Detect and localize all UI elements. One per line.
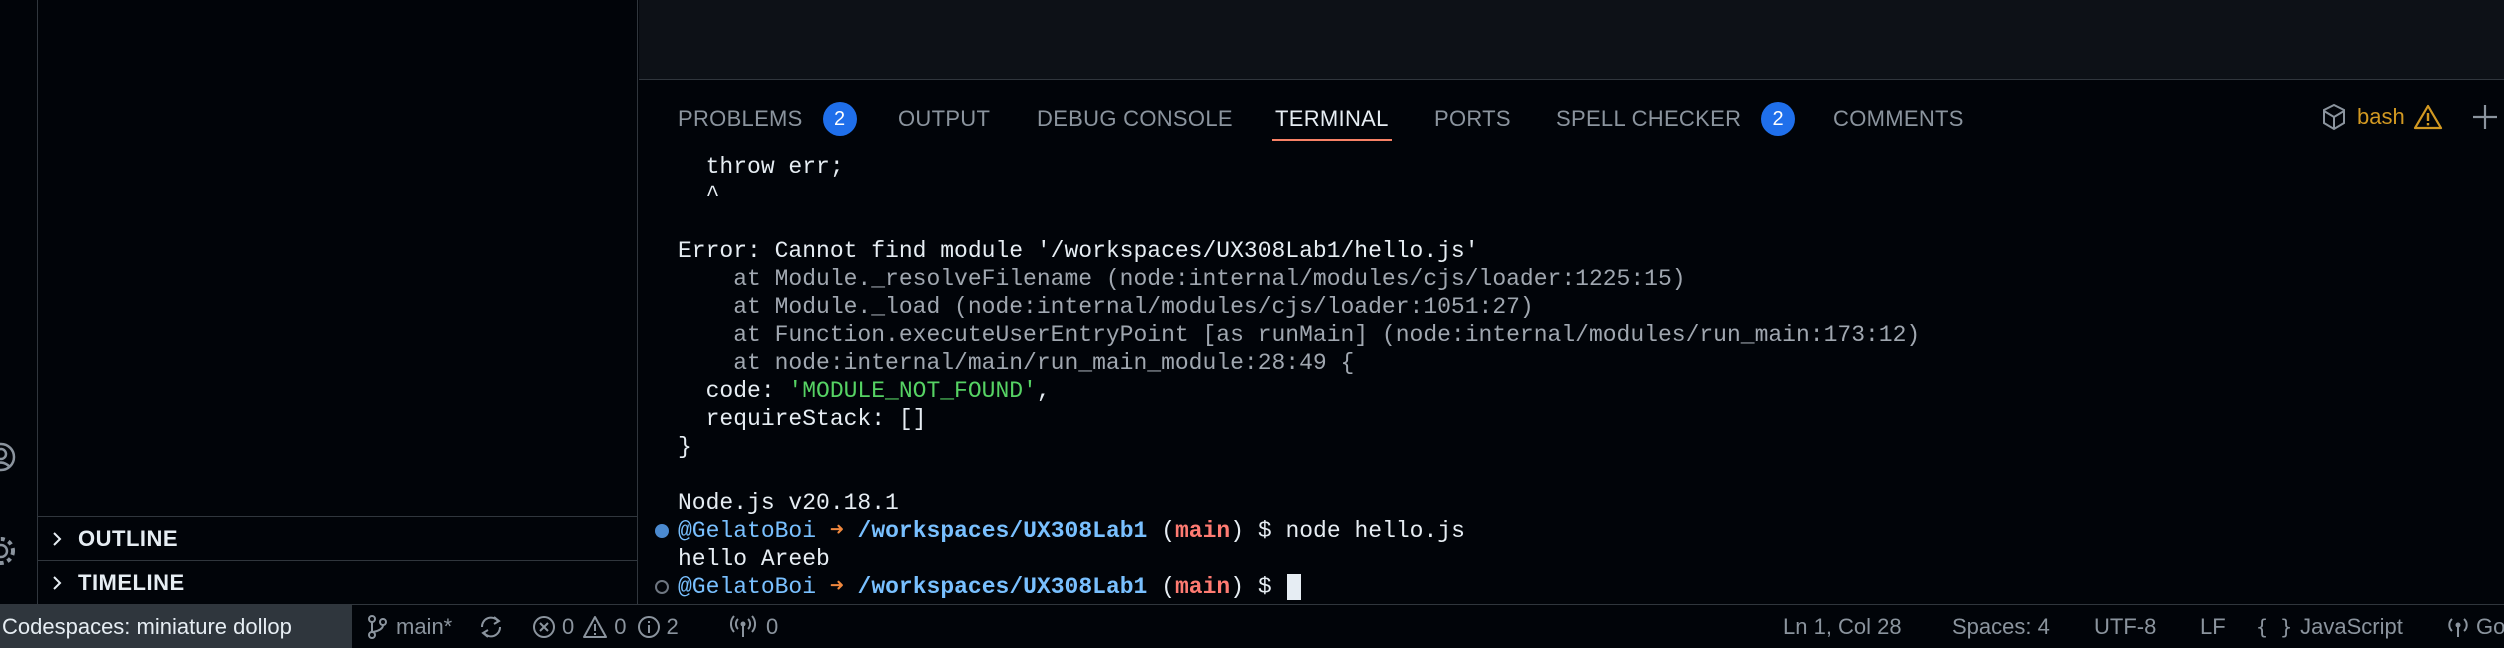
- tab-label: OUTPUT: [898, 106, 991, 131]
- status-bar: Codespaces: miniature dollop main* 0 0 2…: [0, 604, 2504, 648]
- terminal-cursor: [1287, 573, 1302, 600]
- tab-terminal[interactable]: TERMINAL: [1272, 99, 1392, 141]
- prompt-symbol: $: [1257, 574, 1272, 600]
- chevron-right-icon: [53, 575, 62, 590]
- error-count: 0: [562, 614, 575, 639]
- terminal-output[interactable]: throw err; ^ Error: Cannot find module '…: [639, 151, 2504, 604]
- branch-name: main*: [396, 614, 453, 639]
- prompt-line: @GelatoBoi ➜ /workspaces/UX308Lab1 (main…: [678, 518, 1465, 544]
- tab-comments[interactable]: COMMENTS: [1833, 99, 1964, 139]
- prompt-path: /workspaces/UX308Lab1: [857, 518, 1148, 544]
- error-message-line: Error: Cannot find module '/workspaces/U…: [678, 238, 1479, 264]
- ports-status[interactable]: 0: [730, 605, 778, 648]
- tab-label: SPELL CHECKER: [1556, 106, 1742, 131]
- close-brace-line: }: [678, 434, 692, 460]
- code-value: 'MODULE_NOT_FOUND': [788, 378, 1037, 404]
- timeline-section-header[interactable]: TIMELINE: [38, 560, 638, 604]
- remote-label: Codespaces: miniature dollop: [2, 614, 292, 639]
- warning-icon: [583, 616, 608, 638]
- timeline-label: TIMELINE: [78, 569, 185, 595]
- eol-status[interactable]: LF: [2200, 605, 2226, 648]
- activity-bar: [0, 0, 38, 604]
- terminal-name: bash: [2357, 104, 2405, 129]
- stack-trace-line: at Function.executeUserEntryPoint [as ru…: [678, 322, 1921, 348]
- tab-label: TERMINAL: [1275, 106, 1389, 131]
- spell-checker-count-badge: 2: [1761, 102, 1796, 136]
- command-text: $ node hello.js: [1257, 518, 1465, 544]
- tab-spell-checker[interactable]: SPELL CHECKER 2: [1556, 99, 1796, 139]
- outline-label: OUTLINE: [78, 525, 179, 551]
- stack-trace-line: at node:internal/main/run_main_module:28…: [678, 350, 1355, 376]
- prompt-line: @GelatoBoi ➜ /workspaces/UX308Lab1 (main…: [678, 573, 1302, 601]
- stack-trace-line: at Module._load (node:internal/modules/c…: [678, 294, 1534, 320]
- encoding-status[interactable]: UTF-8: [2094, 605, 2156, 648]
- code-comma: ,: [1036, 378, 1051, 404]
- sync-icon[interactable]: [478, 614, 504, 640]
- terminal-line: throw err;: [678, 154, 844, 180]
- git-branch-icon: [368, 615, 387, 639]
- tab-label: COMMENTS: [1833, 106, 1964, 131]
- tab-label: DEBUG CONSOLE: [1037, 106, 1233, 131]
- container-terminal-icon: [2323, 103, 2345, 131]
- radio-tower-icon: [730, 615, 756, 637]
- terminal-line: ^: [678, 182, 720, 208]
- tab-label: PROBLEMS: [678, 106, 803, 131]
- prompt-branch: main: [1175, 518, 1231, 544]
- info-icon: [637, 616, 660, 638]
- require-stack-line: requireStack: []: [678, 406, 927, 432]
- cursor-position[interactable]: Ln 1, Col 28: [1783, 605, 1902, 648]
- error-code-line: code: 'MODULE_NOT_FOUND',: [678, 377, 1051, 405]
- braces-icon: { }: [2256, 615, 2293, 639]
- error-icon: [533, 616, 555, 638]
- tab-output[interactable]: OUTPUT: [898, 99, 990, 139]
- warning-icon: [2413, 104, 2442, 130]
- prompt-arrow: ➜: [829, 518, 844, 544]
- problems-count-badge: 2: [822, 102, 857, 136]
- command-pending-decoration[interactable]: [655, 580, 669, 594]
- remote-indicator[interactable]: Codespaces: miniature dollop: [0, 605, 352, 648]
- manage-gear-icon[interactable]: [0, 534, 18, 568]
- new-terminal-plus-icon[interactable]: [2471, 103, 2499, 131]
- bottom-panel: PROBLEMS 2 OUTPUT DEBUG CONSOLE TERMINAL…: [639, 81, 2504, 604]
- indentation-status[interactable]: Spaces: 4: [1952, 605, 2050, 648]
- prompt-user: @GelatoBoi: [678, 574, 817, 600]
- tab-problems[interactable]: PROBLEMS 2: [678, 99, 857, 139]
- prompt-arrow: ➜: [829, 574, 844, 600]
- sidebar: OUTLINE TIMELINE: [38, 0, 638, 604]
- info-count: 2: [666, 614, 679, 639]
- ports-count: 0: [766, 614, 779, 639]
- tab-ports[interactable]: PORTS: [1434, 99, 1511, 139]
- language-mode[interactable]: { } JavaScript: [2256, 605, 2403, 648]
- stack-trace-line: at Module._resolveFilename (node:interna…: [678, 266, 1686, 292]
- prompt-branch: main: [1175, 574, 1231, 600]
- language-label: JavaScript: [2300, 614, 2403, 639]
- branch-status[interactable]: main*: [366, 605, 452, 648]
- command-success-decoration[interactable]: [655, 524, 669, 538]
- account-icon[interactable]: [0, 440, 18, 474]
- go-live-status[interactable]: Go: [2446, 605, 2504, 648]
- warning-count: 0: [614, 614, 627, 639]
- tab-debug-console[interactable]: DEBUG CONSOLE: [1037, 99, 1233, 139]
- command-output-line: hello Areeb: [678, 546, 830, 572]
- prompt-user: @GelatoBoi: [678, 518, 817, 544]
- node-version-line: Node.js v20.18.1: [678, 490, 899, 516]
- chevron-right-icon: [53, 531, 62, 546]
- go-live-label: Go: [2476, 614, 2504, 639]
- outline-section-header[interactable]: OUTLINE: [38, 516, 638, 560]
- code-key: code:: [678, 378, 789, 404]
- prompt-path: /workspaces/UX308Lab1: [857, 574, 1148, 600]
- panel-tab-bar: PROBLEMS 2 OUTPUT DEBUG CONSOLE TERMINAL…: [639, 81, 2504, 151]
- terminal-selector[interactable]: bash: [2321, 97, 2443, 137]
- problems-status[interactable]: 0 0 2: [532, 605, 679, 648]
- editor-area: [639, 0, 2504, 80]
- tab-label: PORTS: [1434, 106, 1511, 131]
- broadcast-icon: [2448, 618, 2468, 637]
